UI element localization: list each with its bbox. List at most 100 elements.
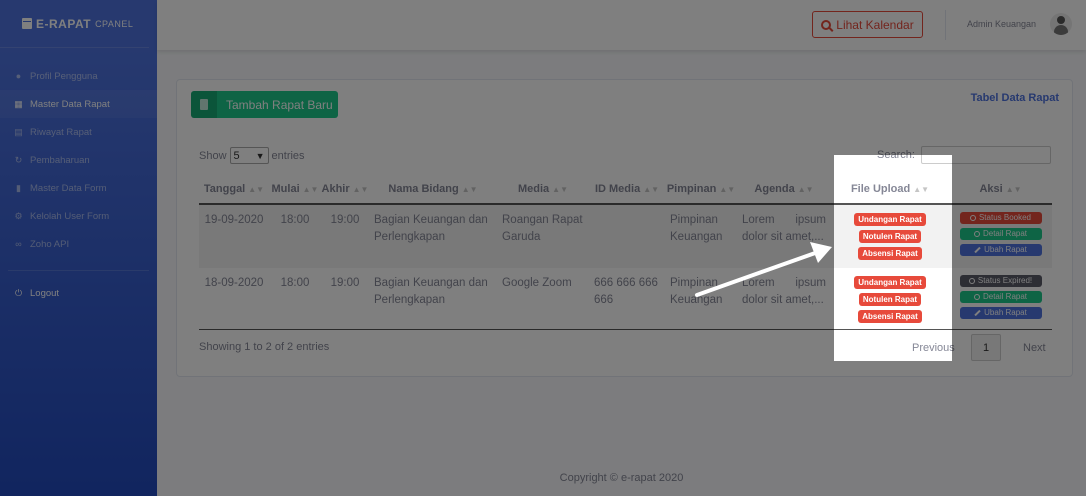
tambah-rapat-button[interactable]: Tambah Rapat Baru <box>191 91 338 118</box>
cell-id-media <box>589 204 665 268</box>
calendar-icon <box>22 18 32 29</box>
highlight-file-upload-column: E-RAPAT CPANEL ● Profil Pengguna ▦ Maste… <box>834 155 952 361</box>
column-header[interactable]: Agenda ▲▼ <box>737 174 831 205</box>
sidebar-nav: ● Profil Pengguna ▦ Master Data Rapat ▤ … <box>0 62 157 307</box>
sidebar-item-kelolah-user-form[interactable]: ⚙ Kelolah User Form <box>0 202 157 230</box>
cell-akhir: 19:00 <box>330 277 360 289</box>
user-icon: ● <box>15 71 22 81</box>
brand-sub: CPANEL <box>95 18 134 29</box>
user-name[interactable]: Admin Keuangan <box>967 19 1036 29</box>
chevron-down-icon: ▼ <box>255 150 265 161</box>
sidebar-divider <box>8 270 149 271</box>
sidebar-item-label: Logout <box>30 287 60 299</box>
circle-icon <box>968 278 975 284</box>
avatar[interactable] <box>1050 13 1072 35</box>
sort-icon: ▲▼ <box>643 184 660 194</box>
notulen-rapat-badge[interactable]: Notulen Rapat <box>858 230 922 243</box>
cell-agenda: Lorem ipsum dolor sit amet,... <box>737 204 831 268</box>
sidebar-item-riwayat-rapat[interactable]: ▤ Riwayat Rapat <box>0 118 157 146</box>
highlight-content: E-RAPAT CPANEL ● Profil Pengguna ▦ Maste… <box>834 155 952 361</box>
cell-aksi: Status Expired! Detail Rapat Ubah Rapat <box>949 268 952 332</box>
table-bottom-border <box>834 329 952 330</box>
table-row: 19-09-2020 18:00 19:00 Bagian Keuangan d… <box>834 204 952 268</box>
ubah-rapat-button[interactable]: Ubah Rapat <box>959 244 1042 256</box>
sidebar-item-pembaharuan[interactable]: ↻ Pembaharuan <box>0 146 157 174</box>
sidebar-item-master-data-rapat[interactable]: ▦ Master Data Rapat <box>0 90 157 118</box>
sidebar-item-label: Pembaharuan <box>30 154 90 166</box>
sidebar-item-label: Master Data Form <box>30 182 107 194</box>
sort-icon: ▲▼ <box>352 184 369 194</box>
cell-aksi: Status Booked Detail Rapat Ubah Rapat <box>949 204 952 268</box>
cell-file-upload: Undangan Rapat Notulen Rapat Absensi Rap… <box>834 204 949 268</box>
card-title: Tabel Data Rapat <box>970 92 1059 104</box>
calendar-icon: ▦ <box>14 98 23 109</box>
brand-name: E-RAPAT <box>36 16 92 31</box>
column-header[interactable]: Aksi▲▼ <box>949 174 1052 205</box>
sidebar-item-label: Master Data Rapat <box>30 98 110 110</box>
ubah-rapat-button[interactable]: Ubah Rapat <box>959 307 1042 319</box>
column-header[interactable]: Pimpinan ▲▼ <box>665 174 737 205</box>
status-booked-button[interactable]: Status Booked <box>959 212 1042 224</box>
topbar-divider <box>945 10 946 40</box>
sort-icon: ▲▼ <box>913 184 930 194</box>
sort-icon: ▲▼ <box>552 184 569 194</box>
sort-icon: ▲▼ <box>797 184 814 194</box>
absensi-rapat-badge[interactable]: Absensi Rapat <box>858 310 922 323</box>
sidebar: E-RAPAT CPANEL ● Profil Pengguna ▦ Maste… <box>0 0 157 496</box>
topbar: Lihat Kalendar Admin Keuangan <box>157 0 1086 50</box>
column-header[interactable]: Aksi▲▼ <box>949 174 952 205</box>
detail-rapat-button[interactable]: Detail Rapat <box>959 291 1042 303</box>
entries-value: 5 <box>233 149 240 162</box>
column-header[interactable]: Media ▲▼ <box>497 174 589 205</box>
column-header[interactable]: File Upload▲▼ <box>834 174 949 205</box>
sidebar-item-label: Zoho API <box>30 238 70 250</box>
sidebar-item-label: Kelolah User Form <box>30 210 110 222</box>
sidebar-item-label: Riwayat Rapat <box>30 126 92 138</box>
cell-aksi: Status Booked Detail Rapat Ubah Rapat <box>949 204 1052 268</box>
sort-icon: ▲▼ <box>719 184 736 194</box>
pagination-previous[interactable]: Previous <box>912 342 952 354</box>
rapat-table: Tanggal▲▼ Mulai▲▼ Akhir▲▼ Nama Bidang▲▼ … <box>834 174 952 332</box>
cell-mulai: 18:00 <box>269 204 321 268</box>
show-label: Show <box>199 149 227 162</box>
tambah-rapat-label: Tambah Rapat Baru <box>226 97 333 112</box>
cell-pimpinan: Pimpinan Keuangan <box>665 204 737 268</box>
refresh-icon: ↻ <box>14 154 23 165</box>
search-input[interactable] <box>921 155 952 164</box>
book-icon: ▤ <box>14 126 23 137</box>
column-header[interactable]: Nama Bidang ▲▼ <box>369 174 497 205</box>
search-label: Search: <box>877 155 915 161</box>
table-info: Showing 1 to 2 of 2 entries <box>199 341 330 353</box>
sidebar-item-zoho-api[interactable]: ∞ Zoho API <box>0 230 157 258</box>
column-header[interactable]: ID Media ▲▼ <box>589 174 665 205</box>
cell-bidang: Bagian Keuangan dan Perlengkapan <box>369 204 497 268</box>
search-icon <box>973 294 980 300</box>
search-icon <box>821 19 832 30</box>
status-expired-button[interactable]: Status Expired! <box>959 275 1042 287</box>
cell-file-upload: Undangan Rapat Notulen Rapat Absensi Rap… <box>834 268 949 332</box>
cell-akhir: 19:00 <box>321 204 369 268</box>
sidebar-item-master-data-form[interactable]: ▮ Master Data Form <box>0 174 157 202</box>
column-header[interactable]: Akhir ▲▼ <box>321 174 369 205</box>
column-header[interactable]: Tanggal ▲▼ <box>199 174 269 205</box>
brand[interactable]: E-RAPAT CPANEL <box>0 0 149 48</box>
undangan-rapat-badge[interactable]: Undangan Rapat <box>854 213 926 226</box>
notulen-rapat-badge[interactable]: Notulen Rapat <box>858 293 922 306</box>
entries-select[interactable]: 5 ▼ <box>229 147 269 164</box>
pagination-next[interactable]: Next <box>1023 342 1046 354</box>
sidebar-item-logout[interactable]: ⏻ Logout <box>0 279 157 307</box>
sidebar-item-profil[interactable]: ● Profil Pengguna <box>0 62 157 90</box>
cell-media: Google Zoom <box>502 277 572 289</box>
pencil-icon <box>974 246 981 254</box>
pagination-page-1[interactable]: 1 <box>971 334 1001 361</box>
pencil-icon <box>974 309 981 317</box>
table-header-row: Tanggal▲▼ Mulai▲▼ Akhir▲▼ Nama Bidang▲▼ … <box>834 174 952 205</box>
file-icon <box>191 91 217 118</box>
lihat-kalendar-button[interactable]: Lihat Kalendar <box>812 11 923 38</box>
column-header[interactable]: Mulai ▲▼ <box>269 174 321 205</box>
undangan-rapat-badge[interactable]: Undangan Rapat <box>854 276 926 289</box>
sidebar-item-label: Profil Pengguna <box>30 70 98 82</box>
detail-rapat-button[interactable]: Detail Rapat <box>959 228 1042 240</box>
absensi-rapat-badge[interactable]: Absensi Rapat <box>858 247 922 260</box>
cell-pimpinan: Pimpinan Keuangan <box>670 277 723 306</box>
